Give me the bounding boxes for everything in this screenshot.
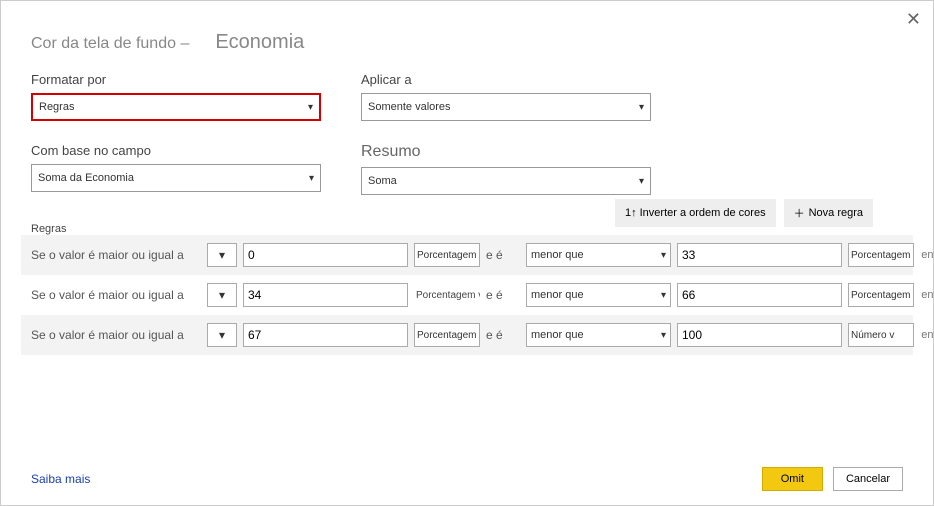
rule-max-unit-dropdown[interactable]: Número v bbox=[848, 323, 914, 347]
reverse-colors-button[interactable]: 1↑ Inverter a ordem de cores bbox=[615, 199, 776, 227]
rule-row: Se o valor é maior ou igual a ▾ Porcentage… bbox=[21, 235, 913, 275]
format-by-label: Formatar por bbox=[31, 72, 321, 87]
rule-operator-dropdown[interactable]: ▾ bbox=[207, 283, 237, 307]
dialog: ✕ Cor da tela de fundo – Economia Format… bbox=[0, 0, 934, 506]
rule-condition-label: Se o valor é maior ou igual a bbox=[31, 248, 201, 262]
chevron-down-icon: ▾ bbox=[639, 176, 644, 187]
apply-to-label: Aplicar a bbox=[361, 72, 651, 87]
rule-min-unit[interactable]: Porcentagem bbox=[414, 323, 480, 347]
rule-min-input[interactable] bbox=[243, 323, 408, 347]
apply-to-dropdown[interactable]: Somente valores ▾ bbox=[361, 93, 651, 121]
rule-max-unit-dropdown[interactable]: Porcentagem v bbox=[848, 283, 914, 307]
rules-list: Se o valor é maior ou igual a ▾ Porcentage… bbox=[1, 235, 933, 355]
new-rule-button[interactable]: ＋ Nova regra bbox=[784, 199, 873, 227]
rule-and-label: e é bbox=[486, 328, 520, 342]
summary-label: Resumo bbox=[361, 143, 651, 161]
rule-and-label: e é bbox=[486, 288, 520, 302]
rule-condition-label: Se o valor é maior ou igual a bbox=[31, 328, 201, 342]
rule-min-unit[interactable]: Porcentagem bbox=[414, 243, 480, 267]
header: Cor da tela de fundo – Economia bbox=[1, 1, 933, 64]
chevron-down-icon: ▾ bbox=[639, 102, 644, 113]
rule-then-label: então bbox=[920, 289, 934, 301]
plus-icon: ＋ bbox=[794, 205, 805, 221]
rule-then-label: então bbox=[920, 329, 934, 341]
header-subject: Economia bbox=[215, 31, 304, 54]
rule-max-input[interactable] bbox=[677, 323, 842, 347]
rule-min-input[interactable] bbox=[243, 243, 408, 267]
rule-max-input[interactable] bbox=[677, 283, 842, 307]
based-on-dropdown[interactable]: Soma da Economia ▾ bbox=[31, 164, 321, 192]
based-on-label: Com base no campo bbox=[31, 143, 321, 158]
chevron-down-icon: ▾ bbox=[309, 173, 314, 184]
footer: Saiba mais Omit Cancelar bbox=[1, 453, 933, 505]
rule-row: Se o valor é maior ou igual a ▾ Porcentage… bbox=[21, 275, 913, 315]
rule-row: Se o valor é maior ou igual a ▾ Porcentage… bbox=[21, 315, 913, 355]
rules-section-label: Regras bbox=[1, 207, 96, 235]
format-by-dropdown[interactable]: Regras ▾ bbox=[31, 93, 321, 121]
rule-max-input[interactable] bbox=[677, 243, 842, 267]
rule-and-label: e é bbox=[486, 248, 520, 262]
summary-dropdown[interactable]: Soma ▾ bbox=[361, 167, 651, 195]
close-button[interactable]: ✕ bbox=[906, 9, 921, 30]
rule-operator-dropdown[interactable]: ▾ bbox=[207, 323, 237, 347]
ok-button[interactable]: Omit bbox=[762, 467, 823, 491]
rule-min-unit: Porcentagem v| bbox=[414, 283, 480, 307]
rule-condition-label: Se o valor é maior ou igual a bbox=[31, 288, 201, 302]
rule-comparison-dropdown[interactable]: menor que▾ bbox=[526, 283, 671, 307]
rule-operator-dropdown[interactable]: ▾ bbox=[207, 243, 237, 267]
cancel-button[interactable]: Cancelar bbox=[833, 467, 903, 491]
rule-min-input[interactable] bbox=[243, 283, 408, 307]
rule-comparison-dropdown[interactable]: menor que▾ bbox=[526, 323, 671, 347]
learn-more-link[interactable]: Saiba mais bbox=[31, 472, 90, 486]
rule-comparison-dropdown[interactable]: menor que▾ bbox=[526, 243, 671, 267]
header-title: Cor da tela de fundo – bbox=[31, 35, 189, 53]
rule-max-unit-dropdown[interactable]: Porcentagem v bbox=[848, 243, 914, 267]
chevron-down-icon: ▾ bbox=[308, 102, 313, 113]
rule-then-label: então bbox=[920, 249, 934, 261]
